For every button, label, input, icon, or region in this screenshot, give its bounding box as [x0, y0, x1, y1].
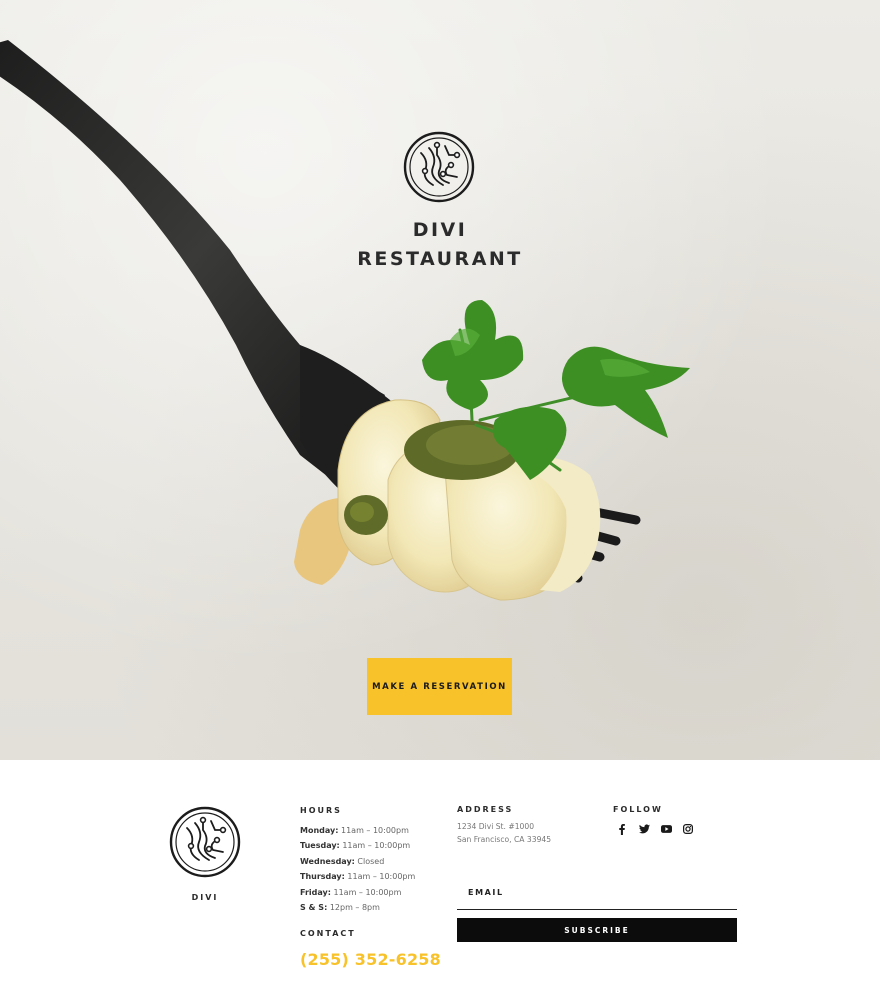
hero-section: DIVI RESTAURANT MAKE A RESERVATION: [0, 0, 880, 760]
hours-day: Thursday:: [300, 872, 345, 882]
subscribe-button[interactable]: SUBSCRIBE: [457, 918, 737, 942]
hours-time: Closed: [357, 856, 385, 866]
phone-link[interactable]: (255) 352-6258: [300, 950, 441, 969]
email-label: EMAIL: [468, 888, 504, 897]
make-reservation-button[interactable]: MAKE A RESERVATION: [367, 658, 512, 715]
hero-title-line2: RESTAURANT: [357, 248, 523, 270]
hours-day: Wednesday:: [300, 856, 355, 866]
footer-brand: DIVI: [191, 893, 219, 902]
follow-heading: FOLLOW: [613, 805, 663, 814]
hours-row: Thursday: 11am – 10:00pm: [300, 869, 415, 884]
hours-row: Tuesday: 11am – 10:00pm: [300, 838, 415, 853]
address-line1: 1234 Divi St. #1000: [457, 822, 535, 831]
hours-list: Monday: 11am – 10:00pm Tuesday: 11am – 1…: [300, 823, 415, 915]
hours-time: 11am – 10:00pm: [333, 887, 402, 897]
hours-row: Monday: 11am – 10:00pm: [300, 823, 415, 838]
contact-heading: CONTACT: [300, 929, 356, 938]
hours-row: S & S: 12pm – 8pm: [300, 900, 415, 915]
circuit-circle-logo-icon: [403, 131, 475, 203]
hours-day: Friday:: [300, 887, 331, 897]
twitter-icon[interactable]: [637, 822, 651, 836]
hours-time: 11am – 10:00pm: [342, 841, 411, 851]
address-line2: San Francisco, CA 33945: [457, 835, 552, 844]
circuit-circle-logo-icon: [169, 806, 241, 878]
hours-time: 11am – 10:00pm: [341, 826, 409, 835]
hero-photo-fork-pasta: [0, 40, 690, 601]
address-heading: ADDRESS: [457, 805, 514, 814]
youtube-icon[interactable]: [659, 822, 673, 836]
instagram-icon[interactable]: [681, 822, 695, 836]
hours-time: 12pm – 8pm: [329, 902, 380, 912]
facebook-icon[interactable]: [615, 822, 629, 836]
hours-row: Wednesday: Closed: [300, 854, 415, 869]
hours-day: S & S:: [300, 902, 328, 912]
hours-heading: HOURS: [300, 806, 342, 815]
hero-title-line1: DIVI: [412, 219, 468, 241]
hours-time: 11am – 10:00pm: [347, 872, 416, 882]
hours-day: Monday:: [300, 826, 339, 835]
hours-row: Friday: 11am – 10:00pm: [300, 885, 415, 900]
hours-day: Tuesday:: [300, 841, 340, 851]
